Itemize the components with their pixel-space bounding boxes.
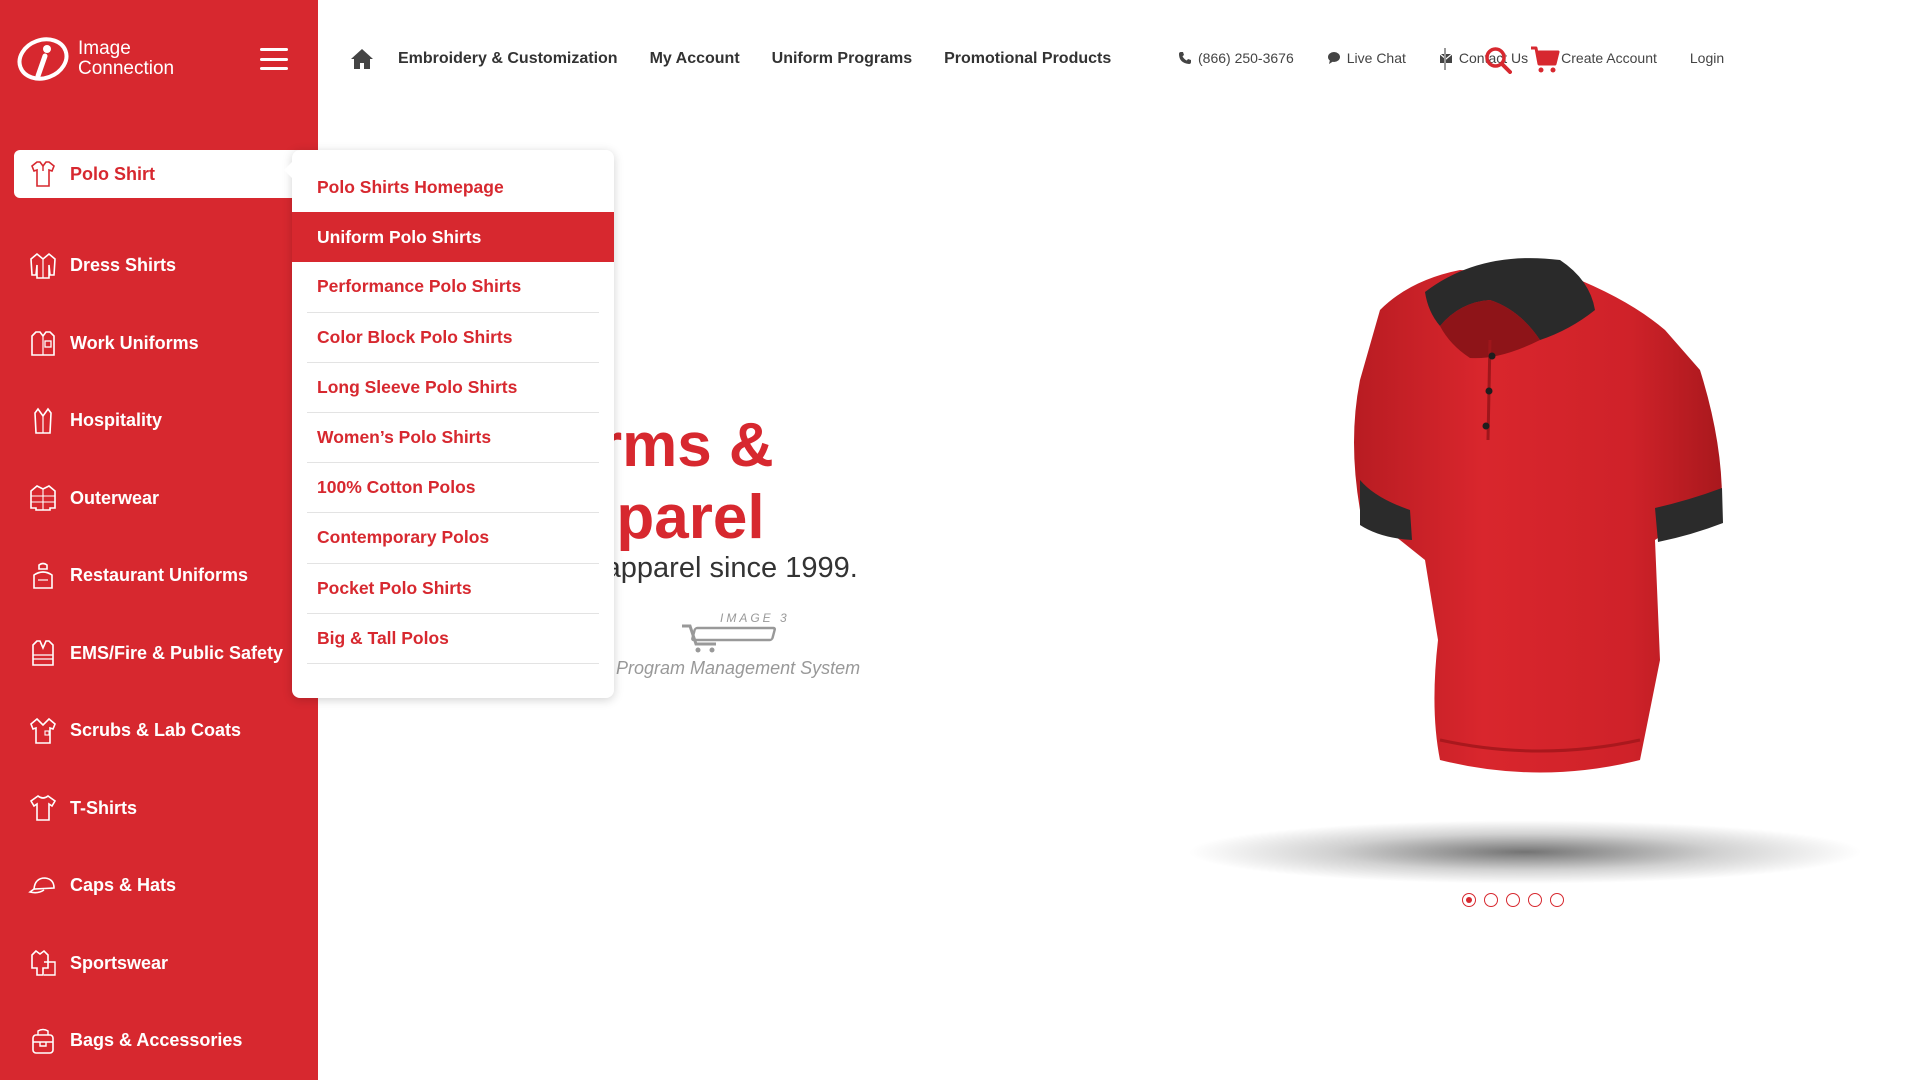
sidebar-item-label: Polo Shirt bbox=[70, 163, 155, 184]
svg-text:IMAGE 365: IMAGE 365 bbox=[720, 611, 790, 625]
polo-shirt-submenu: Polo Shirts Homepage Uniform Polo Shirts… bbox=[284, 150, 614, 698]
sidebar-item-label: Dress Shirts bbox=[70, 255, 177, 276]
polo-shirt-icon bbox=[31, 161, 55, 187]
cart-icon[interactable] bbox=[1530, 46, 1560, 74]
submenu-item[interactable]: Big & Tall Polos bbox=[307, 614, 599, 664]
image365-logo-icon: IMAGE 365 bbox=[682, 611, 790, 653]
utility-nav: (866) 250-3676 Live Chat Contact Us Crea… bbox=[1178, 50, 1724, 66]
red-polo-shirt-image bbox=[1354, 258, 1723, 773]
sidebar-item-label: Outerwear bbox=[70, 487, 160, 508]
sidebar-item-ems-fire-public-safety[interactable]: EMS/Fire & Public Safety bbox=[0, 615, 318, 693]
create-account-link[interactable]: Create Account bbox=[1561, 50, 1657, 66]
carousel-dot-5[interactable] bbox=[1550, 893, 1564, 907]
dress-shirt-icon bbox=[30, 252, 56, 279]
sidebar-item-sportswear[interactable]: Sportswear bbox=[0, 925, 318, 1003]
chat-icon bbox=[1327, 52, 1340, 64]
sidebar-item-outerwear[interactable]: Outerwear bbox=[0, 460, 318, 538]
sidebar-item-label: Hospitality bbox=[70, 410, 163, 431]
submenu-item[interactable]: Performance Polo Shirts bbox=[307, 262, 599, 313]
image-connection-logo-icon bbox=[17, 37, 69, 81]
nav-divider bbox=[1444, 48, 1446, 70]
sidebar-item-work-uniforms[interactable]: Work Uniforms bbox=[0, 305, 318, 383]
sidebar-item-polo-shirt[interactable]: Polo Shirt bbox=[14, 150, 304, 198]
restaurant-uniform-icon bbox=[33, 562, 53, 589]
outerwear-icon bbox=[30, 485, 56, 512]
sidebar-item-label: Work Uniforms bbox=[70, 332, 199, 353]
bag-icon bbox=[32, 1028, 54, 1054]
nav-uniform-programs[interactable]: Uniform Programs bbox=[772, 50, 912, 68]
sidebar-item-hospitality[interactable]: Hospitality bbox=[0, 382, 318, 460]
nav-embroidery-customization[interactable]: Embroidery & Customization bbox=[398, 50, 618, 68]
phone-link[interactable]: (866) 250-3676 bbox=[1178, 50, 1294, 66]
brand-name: Image Connection bbox=[78, 39, 174, 79]
tshirt-icon bbox=[29, 795, 57, 822]
submenu-item[interactable]: Color Block Polo Shirts bbox=[307, 313, 599, 363]
login-label: Login bbox=[1689, 50, 1725, 66]
safety-vest-icon bbox=[32, 640, 54, 667]
submenu-item-active[interactable]: Uniform Polo Shirts bbox=[292, 212, 614, 263]
image365-tagline: Program Management System bbox=[616, 658, 861, 678]
login-link[interactable]: Login bbox=[1690, 50, 1724, 66]
category-list: Polo Shirt Dress Shirts Work Uniforms Ho… bbox=[0, 150, 318, 1080]
cap-icon bbox=[28, 876, 55, 894]
work-uniform-icon bbox=[31, 331, 55, 357]
sportswear-icon bbox=[31, 950, 56, 977]
top-navigation: Embroidery & Customization My Account Un… bbox=[318, 0, 1920, 120]
sidebar-item-label: Sportswear bbox=[70, 952, 169, 973]
sidebar-item-label: Bags & Accessories bbox=[70, 1030, 243, 1051]
menu-toggle-icon[interactable] bbox=[260, 48, 288, 70]
nav-promotional-products[interactable]: Promotional Products bbox=[944, 50, 1111, 68]
submenu-item[interactable]: Long Sleeve Polo Shirts bbox=[307, 363, 599, 413]
sidebar-item-label: EMS/Fire & Public Safety bbox=[70, 642, 284, 663]
sidebar-item-label: T-Shirts bbox=[70, 797, 138, 818]
submenu-item[interactable]: Polo Shirts Homepage bbox=[307, 162, 599, 212]
sidebar-item-bags-accessories[interactable]: Bags & Accessories bbox=[0, 1002, 318, 1080]
nav-my-account[interactable]: My Account bbox=[650, 50, 740, 68]
sidebar-item-dress-shirts[interactable]: Dress Shirts bbox=[0, 227, 318, 305]
phone-number: (866) 250-3676 bbox=[1198, 50, 1294, 66]
sidebar-item-label: Scrubs & Lab Coats bbox=[70, 720, 242, 741]
sidebar-item-label: Restaurant Uniforms bbox=[70, 565, 249, 586]
home-icon[interactable] bbox=[350, 48, 374, 70]
main-nav: Embroidery & Customization My Account Un… bbox=[398, 50, 1111, 68]
hospitality-icon bbox=[34, 407, 52, 434]
carousel-dot-1[interactable] bbox=[1462, 893, 1476, 907]
scrubs-icon bbox=[30, 717, 56, 744]
live-chat-link[interactable]: Live Chat bbox=[1327, 50, 1406, 66]
sidebar-item-t-shirts[interactable]: T-Shirts bbox=[0, 770, 318, 848]
carousel-dot-4[interactable] bbox=[1528, 893, 1542, 907]
brand-name-line1: Image bbox=[78, 38, 131, 59]
sidebar-item-scrubs-lab-coats[interactable]: Scrubs & Lab Coats bbox=[0, 692, 318, 770]
submenu-item[interactable]: 100% Cotton Polos bbox=[307, 463, 599, 514]
submenu-item[interactable]: Women’s Polo Shirts bbox=[307, 413, 599, 464]
carousel-dot-2[interactable] bbox=[1484, 893, 1498, 907]
brand-name-line2: Connection bbox=[78, 58, 175, 79]
create-account-label: Create Account bbox=[1561, 50, 1657, 66]
submenu-item[interactable]: Pocket Polo Shirts bbox=[307, 564, 599, 614]
carousel-indicators bbox=[1462, 893, 1564, 907]
sidebar-item-label: Caps & Hats bbox=[70, 875, 177, 896]
submenu-item[interactable]: Contemporary Polos bbox=[307, 513, 599, 564]
sidebar-item-caps-hats[interactable]: Caps & Hats bbox=[0, 847, 318, 925]
brand-logo[interactable]: Image Connection bbox=[16, 36, 174, 82]
carousel-dot-3[interactable] bbox=[1506, 893, 1520, 907]
phone-icon bbox=[1179, 52, 1191, 64]
search-icon[interactable] bbox=[1484, 46, 1512, 74]
sidebar-item-restaurant-uniforms[interactable]: Restaurant Uniforms bbox=[0, 537, 318, 615]
live-chat-label: Live Chat bbox=[1346, 50, 1406, 66]
product-shadow bbox=[1185, 820, 1865, 884]
category-sidebar: Image Connection Polo Shirt Dress Shirts… bbox=[0, 0, 318, 1080]
